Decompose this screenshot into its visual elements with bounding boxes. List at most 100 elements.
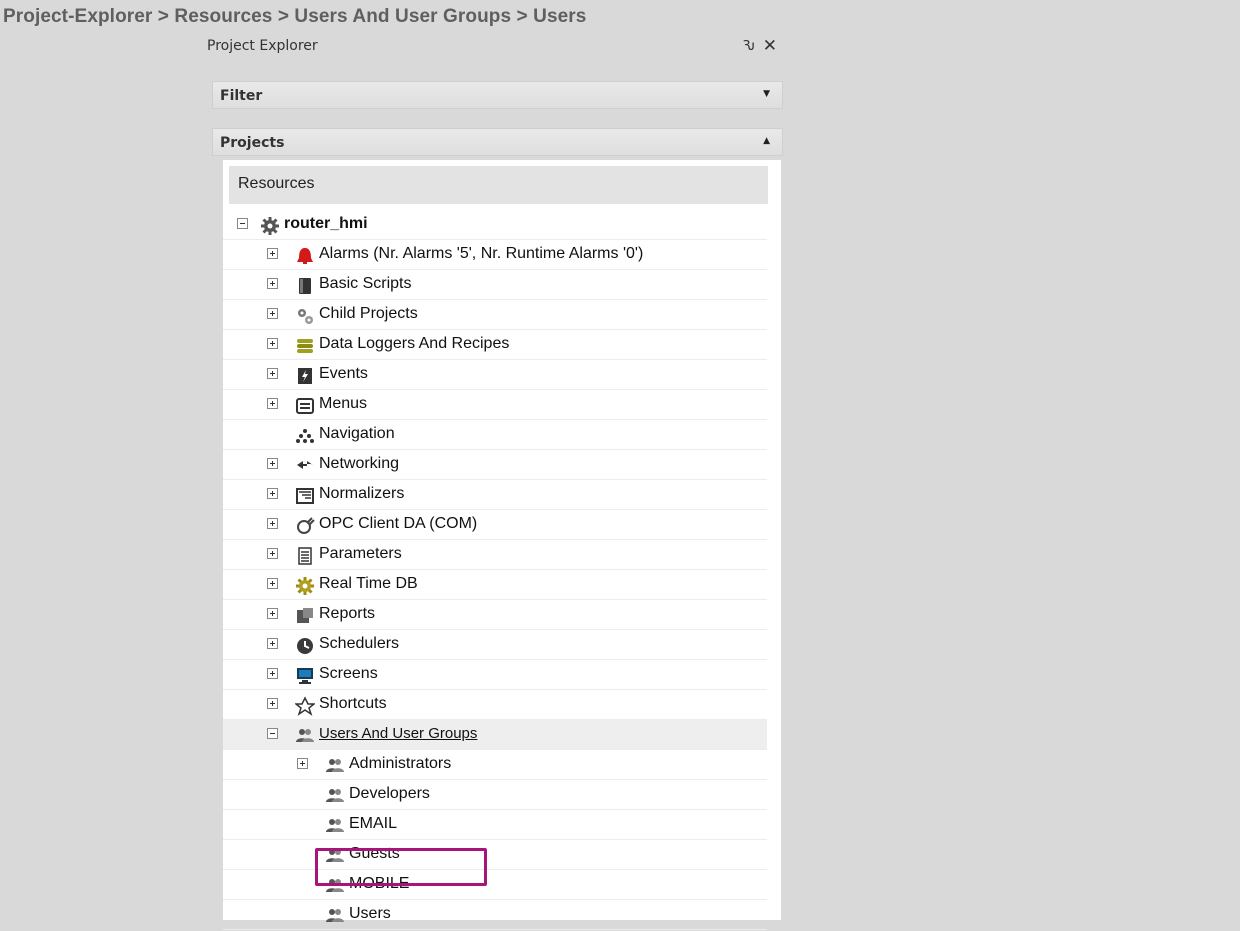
filter-section-header[interactable]: Filter ▼ [212, 81, 783, 109]
tree-item[interactable]: OPC Client DA (COM) [223, 510, 767, 540]
tree-item[interactable]: Reports [223, 600, 767, 630]
tree-item[interactable]: Data Loggers And Recipes [223, 330, 767, 360]
tree-item-label: Reports [319, 605, 376, 622]
pin-icon[interactable]: Ԅ [742, 39, 755, 54]
expand-icon[interactable] [267, 278, 278, 289]
tree-item-label: Basic Scripts [319, 275, 412, 292]
expand-icon[interactable] [267, 368, 278, 379]
tree-item-label: Networking [319, 455, 400, 472]
tree-item[interactable]: Users And User Groups [223, 720, 767, 750]
projects-label: Projects [220, 135, 285, 151]
expand-icon[interactable] [267, 308, 278, 319]
tree-item[interactable]: Networking [223, 450, 767, 480]
tree-item[interactable]: Child Projects [223, 300, 767, 330]
tree-item[interactable]: Shortcuts [223, 690, 767, 720]
navigation-icon [295, 426, 315, 445]
expand-icon[interactable] [267, 458, 278, 469]
tree-item[interactable]: Real Time DB [223, 570, 767, 600]
tree-item-label: EMAIL [349, 815, 398, 832]
tree-item-label: router_hmi [284, 215, 368, 232]
tree-user-group[interactable]: Developers [223, 780, 767, 810]
expand-icon[interactable] [297, 758, 308, 769]
tree-user-group[interactable]: MOBILE [223, 870, 767, 900]
reports-icon [295, 606, 315, 625]
opc-plug-icon [295, 516, 315, 535]
tree-item-label: Child Projects [319, 305, 418, 322]
tree-item[interactable]: Schedulers [223, 630, 767, 660]
expand-icon[interactable] [267, 698, 278, 709]
tree-item-label: Normalizers [319, 485, 405, 502]
tree-root-router-hmi[interactable]: router_hmi [223, 210, 767, 240]
chevron-up-icon[interactable]: ▲ [763, 136, 770, 146]
user-group-icon [295, 726, 315, 745]
gear-icon [260, 216, 280, 235]
alarm-bell-icon [295, 246, 315, 265]
tree-item-label: Developers [349, 785, 430, 802]
tree-item[interactable]: Parameters [223, 540, 767, 570]
expand-icon[interactable] [267, 638, 278, 649]
expand-icon[interactable] [267, 548, 278, 559]
projects-section-header[interactable]: Projects ▲ [212, 128, 783, 156]
project-tree: Resources router_hmi Alarms (Nr. Alarms '… [223, 160, 781, 930]
clock-icon [295, 636, 315, 655]
tree-item-label: Menus [319, 395, 368, 412]
filter-label: Filter [220, 88, 263, 104]
expand-icon[interactable] [267, 668, 278, 679]
event-icon [295, 366, 315, 385]
parameters-icon [295, 546, 315, 565]
shortcut-icon [293, 696, 317, 716]
networking-arrows-icon [295, 456, 315, 475]
script-icon [295, 276, 315, 295]
panel-title: Project Explorer [207, 38, 318, 54]
tree-item-label: OPC Client DA (COM) [319, 515, 478, 532]
tree-user-group[interactable]: EMAIL [223, 810, 767, 840]
highlight-box [315, 848, 487, 886]
database-icon [295, 336, 315, 355]
expand-icon[interactable] [267, 488, 278, 499]
menu-icon [295, 396, 315, 415]
resources-header: Resources [229, 166, 768, 204]
collapse-icon[interactable] [237, 218, 248, 229]
user-group-icon [325, 786, 345, 805]
tree-item-label: Shortcuts [319, 695, 387, 712]
tree-item[interactable]: Basic Scripts [223, 270, 767, 300]
tree-item-label: Real Time DB [319, 575, 418, 592]
tree-user-group[interactable]: Guests [223, 840, 767, 870]
tree-item-label: Users [349, 905, 391, 922]
tree-item-label: Screens [319, 665, 378, 682]
tree-item-label: Administrators [349, 755, 452, 772]
close-icon[interactable]: ✕ [763, 36, 777, 56]
expand-icon[interactable] [267, 398, 278, 409]
expand-icon[interactable] [267, 338, 278, 349]
tree-item[interactable]: Navigation [223, 420, 767, 450]
user-group-icon [325, 816, 345, 835]
tree-item-label: Users And User Groups [319, 725, 478, 742]
expand-icon[interactable] [267, 608, 278, 619]
tree-item[interactable]: Events [223, 360, 767, 390]
user-group-icon [325, 756, 345, 775]
tree-item[interactable]: Alarms (Nr. Alarms '5', Nr. Runtime Alar… [223, 240, 767, 270]
tree-item[interactable]: Normalizers [223, 480, 767, 510]
tree-user-group[interactable]: Administrators [223, 750, 767, 780]
breadcrumb: Project-Explorer > Resources > Users And… [3, 6, 587, 27]
expand-icon[interactable] [267, 518, 278, 529]
tree-item-label: Schedulers [319, 635, 400, 652]
tree-user-group[interactable]: Users [223, 900, 767, 930]
expand-icon[interactable] [267, 248, 278, 259]
expand-icon[interactable] [267, 578, 278, 589]
tree-item[interactable]: Menus [223, 390, 767, 420]
tree-item-label: Parameters [319, 545, 402, 562]
chevron-down-icon[interactable]: ▼ [763, 89, 770, 99]
monitor-icon [295, 666, 315, 685]
realtime-db-gear-icon [295, 576, 315, 595]
tree-item-label: Data Loggers And Recipes [319, 335, 510, 352]
user-group-icon [325, 906, 345, 925]
tree-item-label: Events [319, 365, 368, 382]
normalizer-icon [295, 486, 315, 505]
collapse-icon[interactable] [267, 728, 278, 739]
resources-label: Resources [238, 175, 315, 192]
child-projects-icon [295, 306, 315, 325]
tree-item-label: Navigation [319, 425, 395, 442]
tree-item-label: Alarms (Nr. Alarms '5', Nr. Runtime Alar… [319, 245, 644, 262]
tree-item[interactable]: Screens [223, 660, 767, 690]
